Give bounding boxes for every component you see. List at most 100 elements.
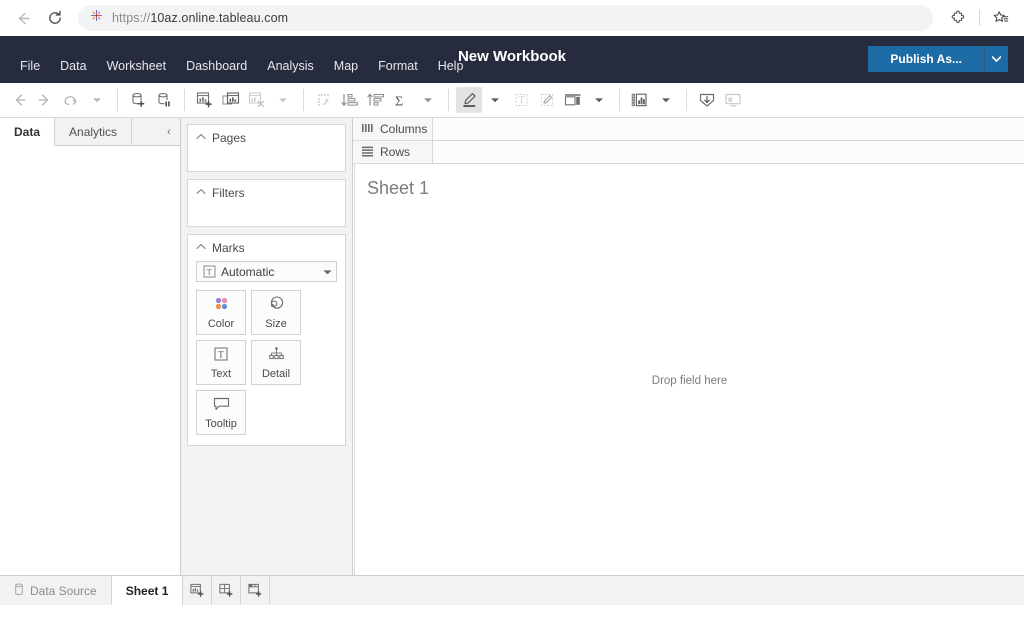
publish-dropdown-caret-icon[interactable] bbox=[984, 46, 1008, 72]
menu-help[interactable]: Help bbox=[428, 56, 474, 76]
new-dashboard-icon[interactable] bbox=[212, 576, 242, 605]
filters-card: Filters bbox=[187, 179, 346, 227]
show-me-caret-icon[interactable] bbox=[653, 87, 679, 113]
automatic-mark-icon: T bbox=[197, 265, 221, 278]
columns-drop-zone[interactable] bbox=[433, 118, 1024, 140]
sort-descending-icon[interactable] bbox=[363, 87, 389, 113]
containers-icon[interactable] bbox=[560, 87, 586, 113]
toolbar-divider bbox=[979, 10, 980, 26]
marks-detail-button[interactable]: Detail bbox=[251, 340, 301, 385]
marks-card: Marks T Automatic Color Size T Text Deta… bbox=[187, 234, 346, 446]
sheet-tab-sheet-1[interactable]: Sheet 1 bbox=[111, 576, 184, 605]
url-host: 10az.online.tableau.com bbox=[150, 11, 289, 25]
pages-card-header[interactable]: Pages bbox=[188, 125, 345, 149]
sheet-tab-label: Sheet 1 bbox=[125, 583, 169, 598]
toolbar-divider bbox=[686, 89, 687, 111]
favorites-icon[interactable] bbox=[986, 3, 1016, 33]
publish-control: Publish As... bbox=[868, 46, 1008, 72]
menu-map[interactable]: Map bbox=[324, 56, 368, 76]
tab-data[interactable]: Data bbox=[0, 118, 56, 146]
annotation-icon[interactable] bbox=[534, 87, 560, 113]
new-worksheet-icon[interactable] bbox=[183, 576, 213, 605]
totals-caret-icon[interactable] bbox=[415, 87, 441, 113]
menu-file[interactable]: File bbox=[10, 56, 50, 76]
browser-back-button[interactable] bbox=[8, 3, 38, 33]
browser-reload-button[interactable] bbox=[40, 3, 70, 33]
menu-format[interactable]: Format bbox=[368, 56, 428, 76]
toolbar-divider bbox=[448, 89, 449, 111]
collapse-pane-icon[interactable]: ‹ bbox=[158, 118, 180, 145]
revert-caret-icon[interactable] bbox=[84, 87, 110, 113]
rows-icon bbox=[361, 145, 374, 160]
text-box-icon[interactable]: T bbox=[508, 87, 534, 113]
undo-icon[interactable] bbox=[6, 87, 32, 113]
new-data-source-icon[interactable] bbox=[125, 87, 151, 113]
data-field-list[interactable] bbox=[0, 146, 180, 575]
toolbar-divider bbox=[117, 89, 118, 111]
chevron-up-icon[interactable] bbox=[196, 243, 206, 253]
chevron-up-icon[interactable] bbox=[196, 188, 206, 198]
data-source-tab[interactable]: Data Source bbox=[0, 576, 112, 605]
download-icon[interactable] bbox=[694, 87, 720, 113]
duplicate-sheet-icon[interactable] bbox=[218, 87, 244, 113]
rows-drop-zone[interactable] bbox=[433, 141, 1024, 163]
menu-analysis[interactable]: Analysis bbox=[257, 56, 324, 76]
sort-ascending-icon[interactable] bbox=[337, 87, 363, 113]
extensions-icon[interactable] bbox=[943, 3, 973, 33]
pause-data-updates-icon[interactable] bbox=[151, 87, 177, 113]
menu-data[interactable]: Data bbox=[50, 56, 96, 76]
columns-label-text: Columns bbox=[380, 122, 428, 136]
menu-worksheet[interactable]: Worksheet bbox=[97, 56, 177, 76]
marks-size-button[interactable]: Size bbox=[251, 290, 301, 335]
menu-dashboard[interactable]: Dashboard bbox=[176, 56, 257, 76]
highlight-caret-icon[interactable] bbox=[482, 87, 508, 113]
data-source-icon bbox=[14, 583, 24, 599]
marks-color-button[interactable]: Color bbox=[196, 290, 246, 335]
publish-as-button[interactable]: Publish As... bbox=[868, 46, 984, 72]
columns-shelf: Columns bbox=[353, 118, 1024, 141]
marks-color-label: Color bbox=[207, 318, 235, 330]
data-pane: Data Analytics ‹ bbox=[0, 118, 181, 575]
detail-icon bbox=[267, 346, 286, 365]
browser-actions bbox=[943, 3, 1016, 33]
toolbar-divider bbox=[184, 89, 185, 111]
highlight-icon[interactable] bbox=[456, 87, 482, 113]
show-me-icon[interactable] bbox=[627, 87, 653, 113]
color-icon bbox=[213, 295, 230, 315]
sheet-title[interactable]: Sheet 1 bbox=[367, 178, 429, 199]
chevron-up-icon[interactable] bbox=[196, 133, 206, 143]
marks-text-button[interactable]: T Text bbox=[196, 340, 246, 385]
new-worksheet-icon[interactable] bbox=[192, 87, 218, 113]
totals-icon[interactable]: Σ bbox=[389, 87, 415, 113]
svg-text:Σ: Σ bbox=[395, 94, 403, 109]
pages-shelf-drop-zone[interactable] bbox=[188, 149, 345, 171]
columns-icon bbox=[361, 122, 374, 137]
marks-buttons: Color Size T Text Detail Tooltip bbox=[188, 290, 345, 435]
filters-shelf-drop-zone[interactable] bbox=[188, 204, 345, 226]
address-bar[interactable]: https://10az.online.tableau.com bbox=[78, 5, 933, 31]
marks-text-label: Text bbox=[210, 367, 232, 380]
containers-caret-icon[interactable] bbox=[586, 87, 612, 113]
clear-sheet-caret-icon[interactable] bbox=[270, 87, 296, 113]
redo-icon[interactable] bbox=[32, 87, 58, 113]
swap-axes-icon[interactable] bbox=[311, 87, 337, 113]
text-icon: T bbox=[213, 346, 229, 365]
marks-tooltip-button[interactable]: Tooltip bbox=[196, 390, 246, 435]
new-story-icon[interactable] bbox=[241, 576, 271, 605]
filters-card-header[interactable]: Filters bbox=[188, 180, 345, 204]
browser-toolbar: https://10az.online.tableau.com bbox=[0, 0, 1024, 36]
clear-sheet-icon[interactable] bbox=[244, 87, 270, 113]
marks-card-header[interactable]: Marks bbox=[188, 235, 345, 259]
presentation-mode-icon[interactable] bbox=[720, 87, 746, 113]
marks-detail-label: Detail bbox=[261, 367, 291, 380]
svg-text:T: T bbox=[206, 267, 212, 277]
app-toolbar: Σ T bbox=[0, 83, 1024, 118]
tab-analytics[interactable]: Analytics bbox=[55, 118, 133, 145]
filters-card-title: Filters bbox=[212, 186, 245, 200]
chevron-down-icon[interactable] bbox=[318, 269, 336, 275]
mark-type-value: Automatic bbox=[221, 264, 275, 279]
revert-icon[interactable] bbox=[58, 87, 84, 113]
mark-type-dropdown[interactable]: T Automatic bbox=[196, 261, 337, 282]
view-canvas[interactable]: Sheet 1 Drop field here bbox=[354, 164, 1024, 575]
pages-card: Pages bbox=[187, 124, 346, 172]
